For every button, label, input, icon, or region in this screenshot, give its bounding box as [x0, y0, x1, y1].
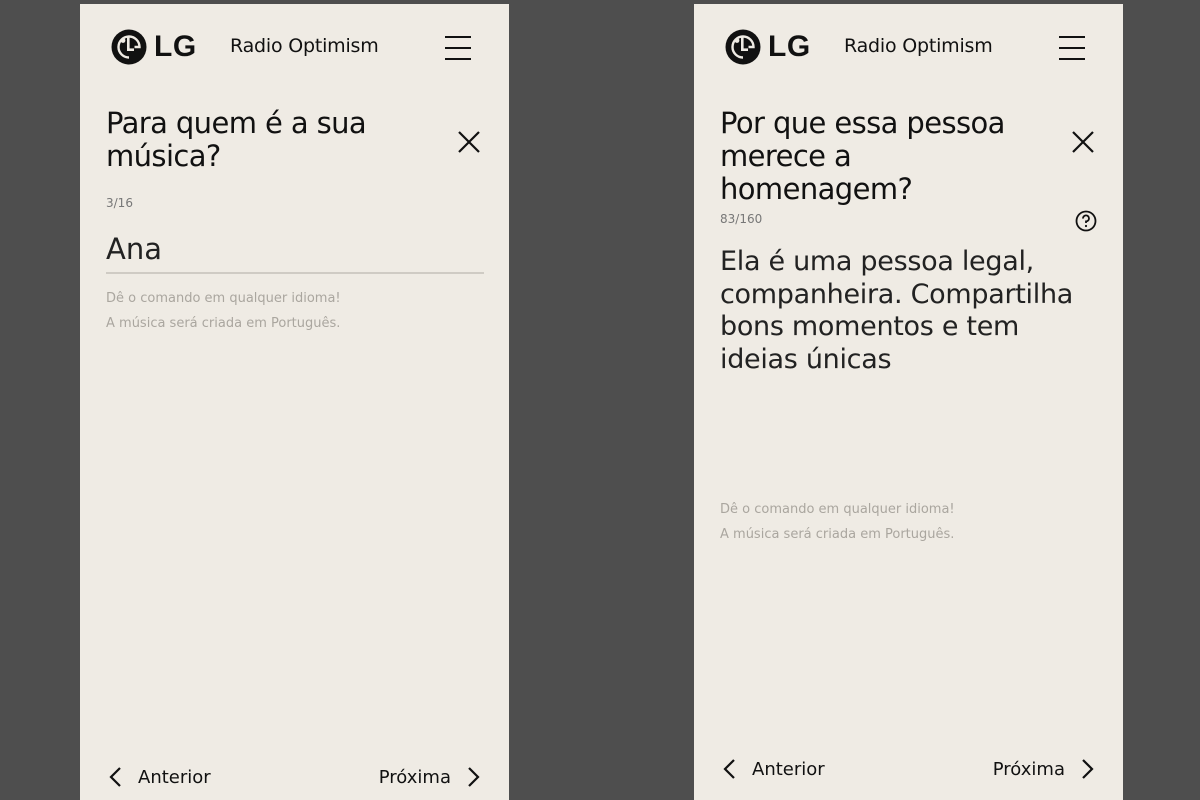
previous-label: Anterior [138, 766, 211, 788]
app-header: LG Radio Optimism [80, 4, 509, 88]
chevron-left-icon [723, 759, 735, 779]
lg-face-logo-icon [111, 29, 147, 65]
next-button[interactable]: Próxima [379, 763, 481, 791]
logo-wordmark: LG [154, 30, 197, 63]
previous-button[interactable]: Anterior [108, 763, 211, 791]
reason-textarea[interactable]: Ela é uma pessoa legal, companheira. Com… [720, 246, 1080, 376]
hamburger-menu-icon[interactable] [1059, 35, 1085, 61]
hint-line-2: A música será criada em Português. [106, 316, 341, 331]
lg-logo[interactable]: LG [724, 28, 811, 66]
question-title: Por que essa pessoa merece a homenagem? [720, 106, 1005, 206]
chevron-left-icon [109, 767, 121, 787]
hint-line-1: Dê o comando em qualquer idioma! [106, 291, 341, 306]
question-title: Para quem é a sua música? [106, 106, 367, 173]
chevron-right-icon [1082, 759, 1094, 779]
app-header: LG Radio Optimism [694, 4, 1123, 88]
lg-logo[interactable]: LG [110, 28, 197, 66]
screen-recipient: LG Radio Optimism Para quem é a sua músi… [80, 4, 509, 800]
hamburger-menu-icon[interactable] [445, 35, 471, 61]
lg-face-logo-icon [725, 29, 761, 65]
hint-line-1: Dê o comando em qualquer idioma! [720, 502, 955, 517]
app-title: Radio Optimism [230, 35, 379, 57]
language-hint: Dê o comando em qualquer idioma! A músic… [106, 286, 341, 336]
recipient-name-input[interactable] [106, 226, 484, 274]
hint-line-2: A música será criada em Português. [720, 527, 955, 542]
character-counter: 3/16 [106, 196, 133, 210]
character-counter: 83/160 [720, 212, 763, 226]
app-title: Radio Optimism [844, 35, 993, 57]
close-icon[interactable] [457, 130, 481, 154]
close-icon[interactable] [1071, 130, 1095, 154]
question-circle-icon[interactable] [1075, 210, 1097, 232]
chevron-right-icon [468, 767, 480, 787]
previous-button[interactable]: Anterior [722, 755, 825, 783]
screen-reason: LG Radio Optimism Por que essa pessoa me… [694, 4, 1123, 800]
logo-wordmark: LG [768, 30, 811, 63]
next-label: Próxima [992, 758, 1065, 780]
next-button[interactable]: Próxima [993, 755, 1095, 783]
previous-label: Anterior [752, 758, 825, 780]
next-label: Próxima [378, 766, 451, 788]
language-hint: Dê o comando em qualquer idioma! A músic… [720, 497, 955, 547]
